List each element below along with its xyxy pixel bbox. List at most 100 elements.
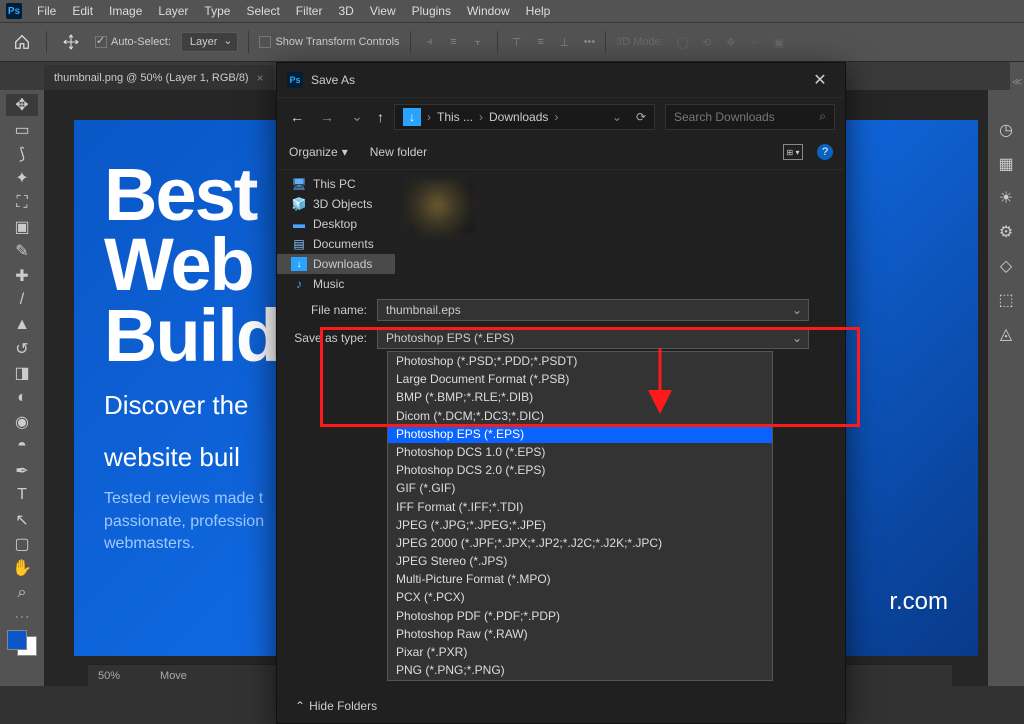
- breadcrumb-bar[interactable]: ↓ › This ... › Downloads › ⌄ ⟳: [394, 104, 655, 130]
- stamp-tool[interactable]: ▲: [6, 313, 38, 335]
- edit-toolbar[interactable]: ⋯: [6, 606, 38, 628]
- menu-plugins[interactable]: Plugins: [405, 1, 458, 21]
- hand-tool[interactable]: ✋: [6, 557, 38, 579]
- format-option[interactable]: Photoshop EPS (*.EPS): [388, 425, 772, 443]
- format-option[interactable]: Photoshop PDF (*.PDF;*.PDP): [388, 607, 772, 625]
- tree-item-music[interactable]: ♪Music: [277, 274, 395, 289]
- hide-folders-button[interactable]: ⌃Hide Folders: [295, 699, 377, 713]
- blur-tool[interactable]: ◉: [6, 411, 38, 433]
- dropdown-icon[interactable]: ⌄: [792, 331, 802, 345]
- menu-image[interactable]: Image: [102, 1, 149, 21]
- history-brush-tool[interactable]: ↺: [6, 338, 38, 360]
- format-option[interactable]: Pixar (*.PXR): [388, 643, 772, 661]
- expand-panels-icon[interactable]: ≪: [1010, 62, 1024, 102]
- nav-back-button[interactable]: ←: [287, 109, 307, 125]
- close-tab-icon[interactable]: ×: [257, 71, 264, 85]
- lasso-tool[interactable]: ⟆: [6, 143, 38, 165]
- layer-dropdown[interactable]: Layer: [181, 32, 239, 52]
- gradient-tool[interactable]: ◐: [6, 387, 38, 409]
- home-button[interactable]: [8, 28, 36, 56]
- move-tool-icon[interactable]: [57, 28, 85, 56]
- format-option[interactable]: Portable Bit Map (*.PBM;*.PGM;*.PPM;*.PN…: [388, 679, 772, 681]
- align-left-icon[interactable]: ⫞: [421, 33, 439, 51]
- color-swatches[interactable]: [7, 630, 37, 656]
- libraries-panel-icon[interactable]: ⚙: [999, 222, 1013, 242]
- tree-item-desktop[interactable]: ▬Desktop: [277, 214, 395, 234]
- format-option[interactable]: PCX (*.PCX): [388, 588, 772, 606]
- format-option[interactable]: Photoshop Raw (*.RAW): [388, 625, 772, 643]
- brush-tool[interactable]: /: [6, 289, 38, 311]
- zoom-level[interactable]: 50%: [98, 670, 120, 682]
- filename-input[interactable]: thumbnail.eps⌄: [377, 299, 809, 321]
- adjustments-panel-icon[interactable]: ☀: [999, 188, 1013, 208]
- help-button[interactable]: ?: [817, 144, 833, 160]
- menu-type[interactable]: Type: [197, 1, 237, 21]
- refresh-icon[interactable]: ⟳: [636, 110, 646, 124]
- tree-item-thispc[interactable]: 🖥This PC: [277, 174, 395, 194]
- format-option[interactable]: Multi-Picture Format (*.MPO): [388, 570, 772, 588]
- breadcrumb-dropdown-icon[interactable]: ⌄: [612, 110, 622, 124]
- breadcrumb-1[interactable]: This ...: [437, 110, 473, 124]
- document-tab[interactable]: thumbnail.png @ 50% (Layer 1, RGB/8) ×: [44, 65, 274, 90]
- menu-file[interactable]: File: [30, 1, 63, 21]
- align-right-icon[interactable]: ⫟: [469, 33, 487, 51]
- format-option[interactable]: Large Document Format (*.PSB): [388, 370, 772, 388]
- show-transform-checkbox[interactable]: Show Transform Controls: [259, 36, 399, 48]
- paths-panel-icon[interactable]: ◬: [1000, 324, 1012, 344]
- crop-tool[interactable]: ⛶: [6, 192, 38, 214]
- more-icon[interactable]: •••: [584, 36, 596, 48]
- move-tool[interactable]: ✥: [6, 94, 38, 116]
- swatches-panel-icon[interactable]: ▦: [998, 154, 1013, 174]
- new-folder-button[interactable]: New folder: [370, 145, 427, 159]
- format-option[interactable]: IFF Format (*.IFF;*.TDI): [388, 498, 772, 516]
- marquee-tool[interactable]: ▭: [6, 118, 38, 140]
- menu-3d[interactable]: 3D: [331, 1, 360, 21]
- zoom-tool[interactable]: ⌕: [6, 582, 38, 604]
- menu-layer[interactable]: Layer: [151, 1, 195, 21]
- auto-select-checkbox[interactable]: Auto-Select:: [95, 36, 171, 48]
- format-option[interactable]: BMP (*.BMP;*.RLE;*.DIB): [388, 388, 772, 406]
- color-panel-icon[interactable]: ◷: [999, 120, 1013, 140]
- layers-panel-icon[interactable]: ◇: [1000, 256, 1012, 276]
- distribute-top-icon[interactable]: ⊤: [508, 33, 526, 51]
- healing-tool[interactable]: ✚: [6, 265, 38, 287]
- dodge-tool[interactable]: ◓: [6, 435, 38, 457]
- saveastype-dropdown[interactable]: Photoshop EPS (*.EPS)⌄: [377, 327, 809, 349]
- format-option[interactable]: JPEG 2000 (*.JPF;*.JPX;*.JP2;*.J2C;*.J2K…: [388, 534, 772, 552]
- frame-tool[interactable]: ▣: [6, 216, 38, 238]
- menu-filter[interactable]: Filter: [289, 1, 330, 21]
- menu-edit[interactable]: Edit: [65, 1, 100, 21]
- menu-help[interactable]: Help: [519, 1, 558, 21]
- eraser-tool[interactable]: ◨: [6, 362, 38, 384]
- foreground-color-swatch[interactable]: [7, 630, 27, 650]
- align-center-h-icon[interactable]: ≡: [445, 33, 463, 51]
- format-option[interactable]: JPEG Stereo (*.JPS): [388, 552, 772, 570]
- shape-tool[interactable]: ▢: [6, 533, 38, 555]
- path-select-tool[interactable]: ↖: [6, 508, 38, 530]
- tree-item-3dobjects[interactable]: 🧊3D Objects: [277, 194, 395, 214]
- nav-up-button[interactable]: ↑: [377, 109, 384, 125]
- channels-panel-icon[interactable]: ⬚: [998, 290, 1013, 310]
- format-option[interactable]: Photoshop (*.PSD;*.PDD;*.PSDT): [388, 352, 772, 370]
- nav-forward-button[interactable]: →: [317, 109, 337, 125]
- format-option[interactable]: PNG (*.PNG;*.PNG): [388, 661, 772, 679]
- format-option[interactable]: GIF (*.GIF): [388, 479, 772, 497]
- tree-item-downloads[interactable]: ↓Downloads: [277, 254, 395, 274]
- distribute-v-icon[interactable]: ≡: [532, 33, 550, 51]
- view-options-button[interactable]: ⊞ ▾: [783, 144, 803, 160]
- text-tool[interactable]: T: [6, 484, 38, 506]
- format-option[interactable]: JPEG (*.JPG;*.JPEG;*.JPE): [388, 516, 772, 534]
- menu-view[interactable]: View: [363, 1, 403, 21]
- tree-item-documents[interactable]: ▤Documents: [277, 234, 395, 254]
- format-option[interactable]: Photoshop DCS 2.0 (*.EPS): [388, 461, 772, 479]
- menu-select[interactable]: Select: [239, 1, 286, 21]
- eyedropper-tool[interactable]: ✎: [6, 240, 38, 262]
- nav-recent-button[interactable]: ⌄: [347, 108, 367, 125]
- file-list-area[interactable]: [395, 170, 845, 289]
- distribute-bottom-icon[interactable]: ⊥: [556, 33, 574, 51]
- format-option[interactable]: Photoshop DCS 1.0 (*.EPS): [388, 443, 772, 461]
- menu-window[interactable]: Window: [460, 1, 517, 21]
- organize-button[interactable]: Organize▾: [289, 145, 348, 159]
- file-thumbnail[interactable]: [405, 180, 477, 236]
- pen-tool[interactable]: ✒: [6, 460, 38, 482]
